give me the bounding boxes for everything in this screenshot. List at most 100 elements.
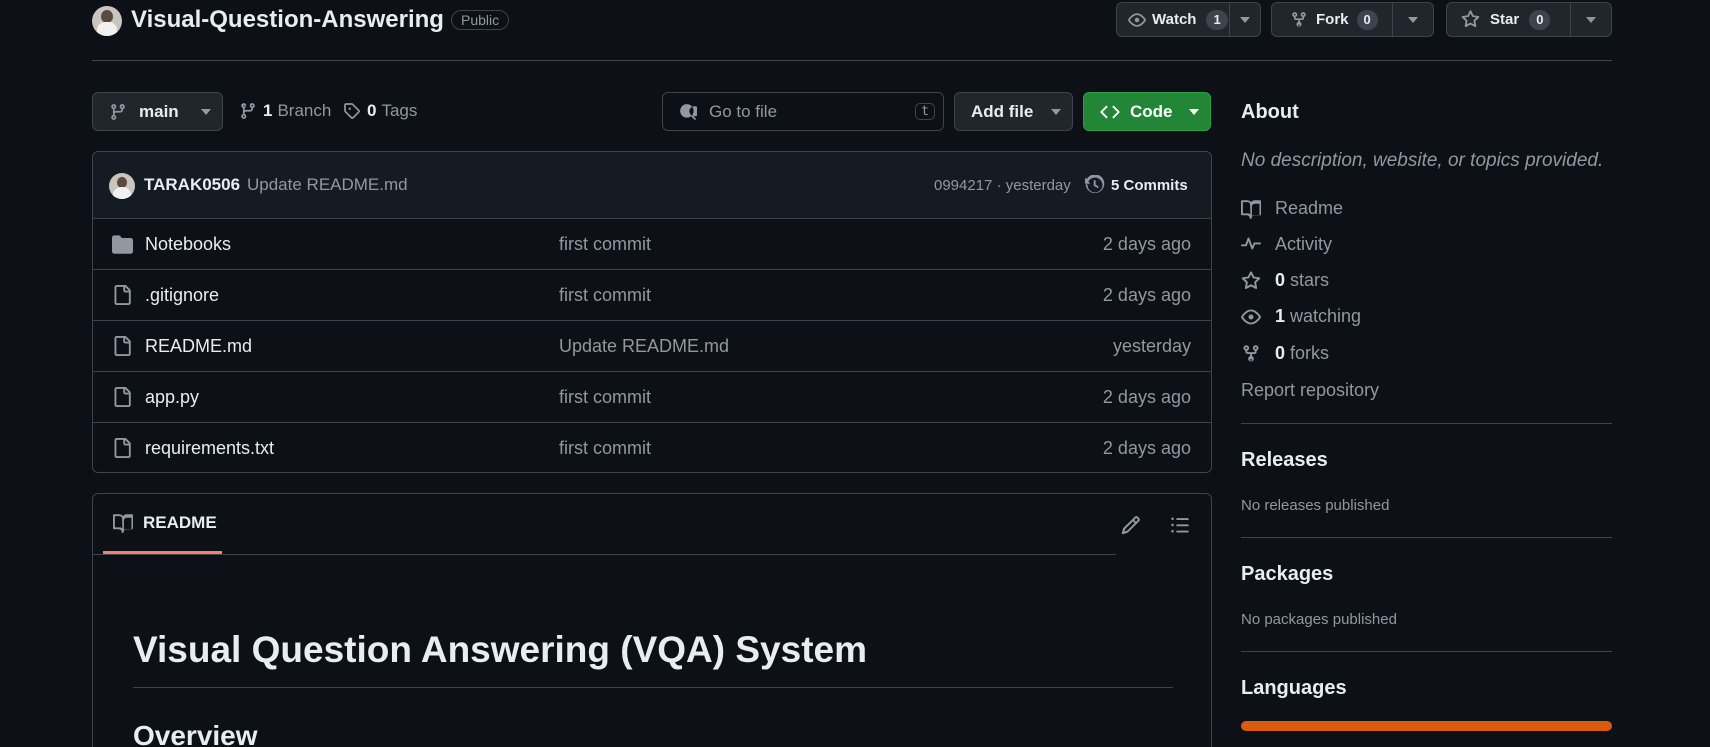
report-repository-link[interactable]: Report repository	[1241, 380, 1379, 401]
file-commit-message[interactable]: first commit	[559, 438, 651, 459]
forks-count: 0	[1275, 343, 1286, 363]
language-bar	[1241, 721, 1612, 731]
sidebar-divider	[1241, 537, 1612, 538]
file-age: 2 days ago	[1102, 437, 1191, 458]
branch-count: 1	[263, 101, 273, 120]
star-button[interactable]: Star 0	[1446, 2, 1612, 37]
repo-name[interactable]: Visual-Question-Answering	[131, 6, 444, 34]
latest-commit-bar: TARAK0506 Update README.md 0994217 · yes…	[93, 152, 1211, 218]
file-name[interactable]: requirements.txt	[145, 438, 274, 459]
commit-hash-time[interactable]: 0994217 · yesterday	[934, 177, 1071, 194]
watch-button[interactable]: Watch 1	[1116, 2, 1261, 37]
branch-name: main	[139, 101, 179, 121]
commits-link[interactable]: 5 Commits	[1085, 175, 1188, 195]
packages-heading[interactable]: Packages	[1241, 563, 1333, 586]
file-age: 2 days ago	[1102, 233, 1191, 254]
star-icon	[1461, 10, 1480, 28]
releases-text: No releases published	[1241, 497, 1390, 514]
file-age: yesterday	[1112, 335, 1191, 356]
file-commit-message[interactable]: first commit	[559, 234, 651, 255]
stars-count: 0	[1275, 270, 1286, 290]
go-to-file-input[interactable]: Go to file t	[662, 92, 944, 131]
file-row-gitignore[interactable]: .gitignore first commit 2 days ago	[93, 269, 1211, 320]
fork-icon	[1292, 11, 1306, 27]
keyboard-shortcut-key: t	[915, 103, 935, 120]
visibility-badge: Public	[451, 10, 510, 30]
fork-count: 0	[1356, 9, 1378, 30]
branch-selector[interactable]: main	[92, 92, 223, 131]
about-heading: About	[1241, 101, 1299, 123]
readme-tab[interactable]: README	[103, 494, 222, 554]
file-name[interactable]: app.py	[145, 387, 199, 408]
code-button[interactable]: Code	[1083, 92, 1211, 131]
chevron-down-icon	[1586, 16, 1596, 23]
sidebar-divider	[1241, 651, 1612, 652]
star-dropdown[interactable]	[1571, 16, 1611, 23]
add-file-label: Add file	[971, 101, 1034, 121]
code-icon	[1100, 105, 1120, 118]
file-row-app[interactable]: app.py first commit 2 days ago	[93, 371, 1211, 422]
branches-link[interactable]: 1 Branch	[239, 101, 331, 121]
file-name[interactable]: README.md	[145, 336, 252, 357]
tag-label: Tags	[381, 101, 418, 120]
file-commit-message[interactable]: first commit	[559, 387, 651, 408]
file-commit-message[interactable]: first commit	[559, 285, 651, 306]
file-commit-message[interactable]: Update README.md	[559, 336, 729, 357]
eye-icon	[1241, 309, 1261, 324]
book-icon	[1241, 199, 1261, 219]
watch-label: Watch	[1152, 11, 1197, 28]
readme-tab-label: README	[143, 512, 217, 532]
star-label: Star	[1490, 11, 1520, 28]
file-icon	[114, 336, 131, 356]
add-file-button[interactable]: Add file	[954, 92, 1073, 131]
chevron-down-icon	[1188, 108, 1199, 115]
readme-title: Visual Question Answering (VQA) System	[133, 629, 868, 670]
stars-label: stars	[1290, 270, 1330, 290]
file-icon	[114, 285, 131, 305]
forks-link[interactable]: 0 forks	[1241, 343, 1329, 364]
packages-text: No packages published	[1241, 611, 1397, 628]
list-outline-icon[interactable]	[1170, 515, 1190, 535]
file-name[interactable]: .gitignore	[145, 285, 219, 306]
header-divider	[92, 60, 1612, 61]
file-row-notebooks[interactable]: Notebooks first commit 2 days ago	[93, 218, 1211, 269]
file-icon	[114, 387, 131, 407]
eye-icon	[1128, 12, 1146, 27]
commit-author[interactable]: TARAK0506	[144, 175, 240, 195]
readme-link[interactable]: Readme	[1241, 198, 1343, 219]
history-icon	[1085, 175, 1105, 194]
branch-label: Branch	[277, 101, 332, 120]
forks-label: forks	[1290, 343, 1330, 363]
fork-button[interactable]: Fork 0	[1271, 2, 1434, 37]
file-row-requirements[interactable]: requirements.txt first commit 2 days ago	[93, 422, 1211, 472]
star-count: 0	[1529, 9, 1551, 30]
branch-icon	[241, 103, 255, 119]
readme-title-divider	[133, 687, 1173, 688]
file-row-readme[interactable]: README.md Update README.md yesterday	[93, 320, 1211, 371]
commit-message[interactable]: Update README.md	[247, 175, 408, 195]
fork-icon	[1243, 344, 1259, 362]
chevron-down-icon	[200, 108, 211, 115]
chevron-down-icon	[1051, 108, 1062, 115]
readme-panel: README Visual Question Answering (VQA) S…	[92, 493, 1212, 747]
pencil-icon[interactable]	[1121, 515, 1141, 535]
tags-link[interactable]: 0 Tags	[343, 101, 417, 121]
search-placeholder: Go to file	[709, 101, 778, 121]
tag-icon	[344, 103, 360, 119]
readme-tab-divider	[93, 554, 1116, 555]
file-age: 2 days ago	[1102, 386, 1191, 407]
stars-link[interactable]: 0 stars	[1241, 270, 1329, 291]
tag-count: 0	[367, 101, 377, 120]
fork-dropdown[interactable]	[1393, 16, 1433, 23]
about-description: No description, website, or topics provi…	[1241, 150, 1604, 171]
file-name[interactable]: Notebooks	[145, 234, 231, 255]
activity-link[interactable]: Activity	[1241, 234, 1332, 255]
languages-heading: Languages	[1241, 677, 1347, 699]
watch-dropdown[interactable]	[1230, 16, 1260, 23]
releases-heading[interactable]: Releases	[1241, 449, 1328, 472]
readme-section-heading: Overview	[133, 720, 258, 747]
author-avatar[interactable]	[109, 173, 135, 199]
watching-link[interactable]: 1 watching	[1241, 306, 1361, 327]
repo-owner-avatar[interactable]	[92, 6, 122, 36]
readme-link-label: Readme	[1275, 198, 1344, 218]
